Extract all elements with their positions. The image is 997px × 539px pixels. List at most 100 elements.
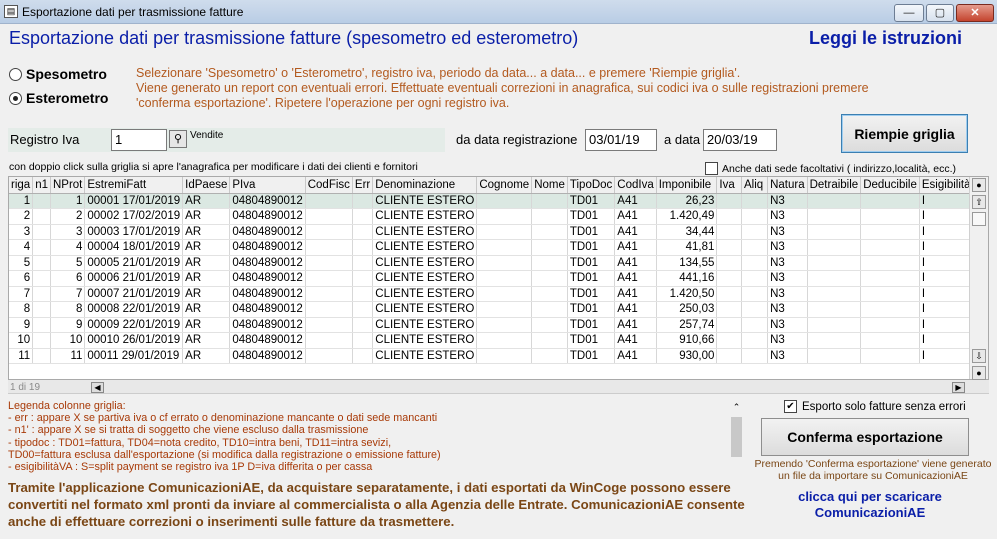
table-cell[interactable] — [860, 208, 920, 225]
table-cell[interactable] — [807, 348, 862, 364]
table-cell[interactable] — [352, 270, 374, 287]
table-cell[interactable]: 04804890012 — [229, 301, 306, 318]
table-cell[interactable]: 7 — [9, 286, 34, 302]
table-cell[interactable] — [305, 332, 353, 349]
table-cell[interactable] — [860, 255, 920, 271]
table-cell[interactable] — [476, 317, 533, 333]
column-header[interactable]: Aliq — [741, 177, 769, 194]
table-cell[interactable] — [305, 286, 353, 302]
table-cell[interactable]: A41 — [614, 348, 657, 364]
table-cell[interactable] — [741, 317, 769, 333]
scroll-thumb[interactable] — [972, 212, 986, 226]
table-cell[interactable] — [476, 239, 533, 256]
table-cell[interactable] — [476, 224, 533, 240]
table-cell[interactable]: AR — [182, 224, 231, 240]
table-cell[interactable] — [305, 317, 353, 333]
table-cell[interactable] — [531, 332, 568, 349]
table-cell[interactable] — [860, 270, 920, 287]
table-cell[interactable] — [531, 239, 568, 256]
table-cell[interactable] — [352, 332, 374, 349]
column-header[interactable]: riga — [9, 177, 34, 194]
minimize-button[interactable]: — — [894, 4, 924, 22]
table-cell[interactable] — [32, 348, 51, 364]
table-cell[interactable] — [716, 208, 742, 225]
table-cell[interactable]: TD01 — [567, 301, 616, 318]
table-cell[interactable]: AR — [182, 317, 231, 333]
table-cell[interactable]: 10 — [9, 332, 34, 349]
table-cell[interactable] — [531, 317, 568, 333]
table-cell[interactable]: 910,66 — [656, 332, 718, 349]
table-cell[interactable] — [32, 332, 51, 349]
table-row[interactable]: 5 5 00005 21/01/2019 AR 04804890012 CLIENTE E… — [9, 255, 988, 271]
table-cell[interactable] — [807, 255, 862, 271]
table-cell[interactable] — [716, 317, 742, 333]
table-cell[interactable] — [476, 255, 533, 271]
table-cell[interactable] — [32, 224, 51, 240]
table-cell[interactable] — [741, 332, 769, 349]
table-cell[interactable]: 1.420,50 — [656, 286, 718, 302]
column-header[interactable]: Detraibile — [807, 177, 862, 194]
table-cell[interactable]: A41 — [614, 239, 657, 256]
table-cell[interactable]: 11 — [9, 348, 34, 364]
table-cell[interactable]: 134,55 — [656, 255, 718, 271]
table-cell[interactable]: 04804890012 — [229, 193, 306, 209]
table-cell[interactable]: 00003 17/01/2019 — [84, 224, 184, 240]
table-cell[interactable]: 4 — [9, 239, 34, 256]
table-cell[interactable]: TD01 — [567, 317, 616, 333]
table-cell[interactable]: AR — [182, 239, 231, 256]
table-cell[interactable]: 8 — [50, 301, 86, 318]
table-cell[interactable]: A41 — [614, 317, 657, 333]
table-cell[interactable]: 00005 21/01/2019 — [84, 255, 184, 271]
table-cell[interactable] — [32, 208, 51, 225]
table-cell[interactable]: N3 — [767, 239, 808, 256]
table-cell[interactable]: 5 — [9, 255, 34, 271]
table-cell[interactable]: A41 — [614, 270, 657, 287]
table-cell[interactable]: 2 — [50, 208, 86, 225]
table-cell[interactable]: TD01 — [567, 332, 616, 349]
table-cell[interactable] — [352, 255, 374, 271]
table-cell[interactable]: 6 — [9, 270, 34, 287]
table-cell[interactable]: 04804890012 — [229, 348, 306, 364]
column-header[interactable]: CodIva — [614, 177, 657, 194]
table-cell[interactable] — [716, 301, 742, 318]
table-cell[interactable] — [741, 255, 769, 271]
table-cell[interactable] — [32, 286, 51, 302]
table-cell[interactable] — [305, 301, 353, 318]
table-cell[interactable] — [352, 193, 374, 209]
confirm-export-button[interactable]: Conferma esportazione — [761, 418, 969, 456]
table-cell[interactable] — [531, 301, 568, 318]
column-header[interactable]: NProt — [50, 177, 86, 194]
table-cell[interactable] — [305, 255, 353, 271]
close-button[interactable]: ✕ — [956, 4, 994, 22]
table-cell[interactable] — [741, 270, 769, 287]
radio-circle[interactable] — [9, 67, 22, 81]
table-cell[interactable]: TD01 — [567, 255, 616, 271]
from-date-input[interactable]: 03/01/19 — [585, 129, 657, 151]
registro-input[interactable]: 1 — [111, 129, 167, 151]
grid-table[interactable]: riga n1 NProt EstremiFatt IdPaese PIva CodFisc… — [9, 177, 988, 364]
table-cell[interactable]: N3 — [767, 224, 808, 240]
table-cell[interactable]: TD01 — [567, 193, 616, 209]
table-cell[interactable] — [352, 239, 374, 256]
table-cell[interactable]: A41 — [614, 208, 657, 225]
table-row[interactable]: 10 10 00010 26/01/2019 AR 04804890012 CLIENTE… — [9, 332, 988, 349]
table-cell[interactable] — [32, 270, 51, 287]
table-cell[interactable]: 00007 21/01/2019 — [84, 286, 184, 302]
table-cell[interactable]: 04804890012 — [229, 239, 306, 256]
table-cell[interactable] — [860, 317, 920, 333]
table-cell[interactable] — [305, 270, 353, 287]
table-cell[interactable]: 00004 18/01/2019 — [84, 239, 184, 256]
table-cell[interactable]: 8 — [9, 301, 34, 318]
table-cell[interactable]: AR — [182, 348, 231, 364]
table-cell[interactable] — [807, 208, 862, 225]
table-row[interactable]: 3 3 00003 17/01/2019 AR 04804890012 CLIENTE E… — [9, 224, 988, 240]
column-header[interactable]: PIva — [229, 177, 306, 194]
table-cell[interactable] — [860, 239, 920, 256]
column-header[interactable]: EstremiFatt — [84, 177, 184, 194]
table-cell[interactable]: 10 — [50, 332, 86, 349]
column-header[interactable]: Natura — [767, 177, 808, 194]
table-cell[interactable]: N3 — [767, 301, 808, 318]
table-cell[interactable]: AR — [182, 332, 231, 349]
info-icon[interactable]: ● — [972, 178, 986, 192]
table-cell[interactable]: AR — [182, 255, 231, 271]
